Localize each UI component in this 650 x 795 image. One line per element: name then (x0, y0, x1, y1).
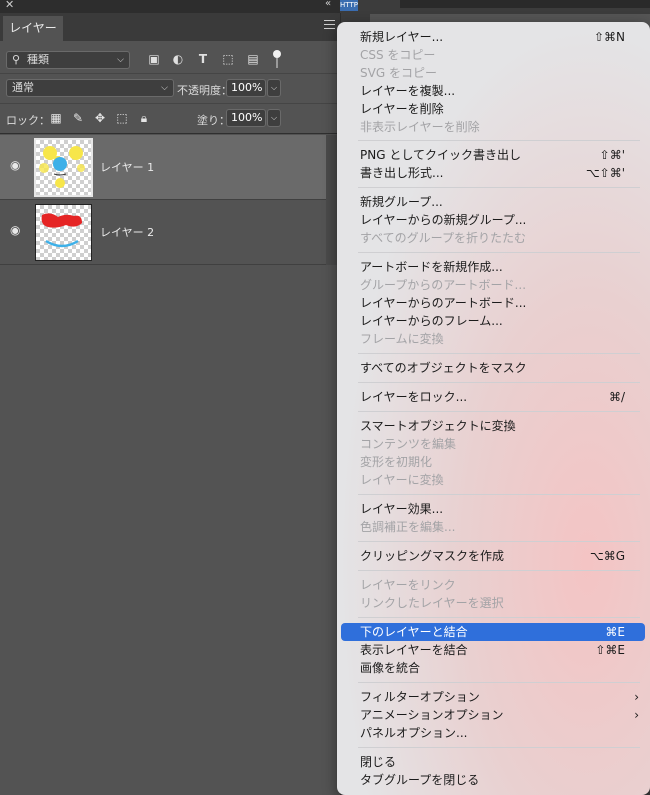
lock-position-icon[interactable]: ✥ (93, 111, 107, 125)
chevron-down-icon: ⌵ (161, 83, 168, 93)
options-bar (400, 0, 650, 8)
close-icon[interactable]: ✕ (5, 0, 14, 11)
chevron-down-icon: ⌵ (117, 55, 124, 65)
menu-item[interactable]: パネルオプション... (341, 724, 645, 742)
menu-item[interactable]: 非表示レイヤーを削除 (341, 118, 645, 136)
menu-item[interactable]: レイヤー効果... (341, 500, 645, 518)
menu-item[interactable]: グループからのアートボード... (341, 276, 645, 294)
collapse-panel-icon[interactable]: « (325, 0, 331, 9)
menu-item[interactable]: 色調補正を編集... (341, 518, 645, 536)
lock-label: ロック： (6, 114, 50, 127)
menu-item[interactable]: レイヤーを削除 (341, 100, 645, 118)
lock-artboard-icon[interactable]: ⬚ (115, 111, 129, 125)
menu-item[interactable]: スマートオブジェクトに変換 (341, 417, 645, 435)
menu-item[interactable]: アートボードを新規作成... (341, 258, 645, 276)
kind-filter-dropdown[interactable]: ⚲ 種類 ⌵ (6, 51, 130, 69)
menu-item[interactable]: 書き出し形式... ⌥⇧⌘' (341, 164, 645, 182)
menu-separator (358, 541, 640, 542)
menu-item-merge-down[interactable]: 下のレイヤーと結合 ⌘E (341, 623, 645, 641)
menu-item[interactable]: 変形を初期化 (341, 453, 645, 471)
lock-transparency-icon[interactable]: ▦ (49, 111, 63, 125)
menu-item[interactable]: レイヤーをロック... ⌘/ (341, 388, 645, 406)
adjustment-filter-icon[interactable]: ◐ (171, 52, 185, 66)
menu-separator (358, 252, 640, 253)
menu-item[interactable]: レイヤーからのフレーム... (341, 312, 645, 330)
visibility-eye-icon[interactable]: ◉ (10, 224, 24, 236)
chevron-right-icon: › (634, 708, 639, 722)
menu-item[interactable]: フレームに変換 (341, 330, 645, 348)
fill-input[interactable]: 100% (226, 109, 266, 127)
fill-dropdown-icon[interactable]: ⌵ (267, 109, 281, 127)
search-icon: ⚲ (12, 53, 21, 66)
lock-brush-icon[interactable]: ✎ (71, 111, 85, 125)
type-filter-icon[interactable]: T (196, 52, 210, 66)
opacity-dropdown-icon[interactable]: ⌵ (267, 79, 281, 97)
layer-thumbnail (35, 204, 92, 261)
visibility-eye-icon[interactable]: ◉ (10, 159, 24, 171)
smart-object-filter-icon[interactable]: ▤ (246, 52, 260, 66)
menu-item[interactable]: すべてのグループを折りたたむ (341, 229, 645, 247)
menu-item[interactable]: アニメーションオプション › (341, 706, 645, 724)
pixel-filter-icon[interactable]: ▣ (147, 52, 161, 66)
menu-item[interactable]: 新規グループ... (341, 193, 645, 211)
menu-separator (358, 494, 640, 495)
menu-separator (358, 570, 640, 571)
panel-menu-icon[interactable] (324, 20, 335, 31)
menu-separator (358, 411, 640, 412)
blend-mode-label: 通常 (12, 81, 34, 94)
panel-context-menu: 新規レイヤー... ⇧⌘N CSS をコピー SVG をコピー レイヤーを複製..… (337, 22, 650, 795)
menu-item[interactable]: SVG をコピー (341, 64, 645, 82)
filter-toggle[interactable] (273, 50, 281, 70)
menu-separator (358, 617, 640, 618)
menu-item[interactable]: フィルターオプション › (341, 688, 645, 706)
menu-separator (358, 382, 640, 383)
menu-separator (358, 682, 640, 683)
shape-filter-icon[interactable]: ⬚ (221, 52, 235, 66)
opacity-input[interactable]: 100% (226, 79, 266, 97)
menu-item[interactable]: リンクしたレイヤーを選択 (341, 594, 645, 612)
menu-item[interactable]: レイヤーに変換 (341, 471, 645, 489)
menu-item[interactable]: レイヤーを複製... (341, 82, 645, 100)
window-title-strip: ✕ « (0, 0, 340, 13)
menu-separator (358, 140, 640, 141)
menu-item[interactable]: コンテンツを編集 (341, 435, 645, 453)
layers-panel: レイヤー ⚲ 種類 ⌵ ▣ ◐ T ⬚ ▤ 通常 ⌵ 不透明度： 100% ⌵ … (0, 13, 341, 795)
menu-separator (358, 353, 640, 354)
menu-item[interactable]: 表示レイヤーを結合 ⇧⌘E (341, 641, 645, 659)
tab-layers[interactable]: レイヤー (3, 16, 63, 41)
kind-filter-label: 種類 (27, 53, 49, 66)
layer-row[interactable]: ◉ レイヤー 2 (0, 200, 326, 265)
panel-tabbar: レイヤー (0, 13, 340, 41)
menu-item[interactable]: 画像を統合 (341, 659, 645, 677)
blend-row: 通常 ⌵ 不透明度： 100% ⌵ (0, 74, 340, 104)
layer-name[interactable]: レイヤー 2 (100, 224, 154, 240)
lock-row: ロック： ▦ ✎ ✥ ⬚ 🔒︎ 塗り： 100% ⌵ (0, 104, 340, 134)
opacity-label: 不透明度： (177, 84, 232, 97)
layer-row[interactable]: ◉ レイヤー 1 (0, 135, 326, 200)
menu-item[interactable]: クリッピングマスクを作成 ⌥⌘G (341, 547, 645, 565)
filter-row: ⚲ 種類 ⌵ ▣ ◐ T ⬚ ▤ (0, 43, 340, 74)
menu-item[interactable]: PNG としてクイック書き出し ⇧⌘' (341, 146, 645, 164)
blend-mode-dropdown[interactable]: 通常 ⌵ (6, 79, 174, 97)
menu-separator (358, 747, 640, 748)
menu-item[interactable]: レイヤーからのアートボード... (341, 294, 645, 312)
document-tab-tag[interactable]: HTTP (340, 0, 358, 11)
chevron-right-icon: › (634, 690, 639, 704)
menu-separator (358, 187, 640, 188)
menu-item[interactable]: タブグループを閉じる (341, 771, 645, 789)
menu-item[interactable]: 閉じる (341, 753, 645, 771)
menu-item[interactable]: レイヤーをリンク (341, 576, 645, 594)
menu-item[interactable]: CSS をコピー (341, 46, 645, 64)
lock-all-icon[interactable]: 🔒︎ (137, 111, 151, 125)
layer-name[interactable]: レイヤー 1 (100, 159, 154, 175)
layer-thumbnail (34, 138, 93, 197)
menu-item[interactable]: レイヤーからの新規グループ... (341, 211, 645, 229)
menu-item[interactable]: 新規レイヤー... ⇧⌘N (341, 28, 645, 46)
menu-item[interactable]: すべてのオブジェクトをマスク (341, 359, 645, 377)
